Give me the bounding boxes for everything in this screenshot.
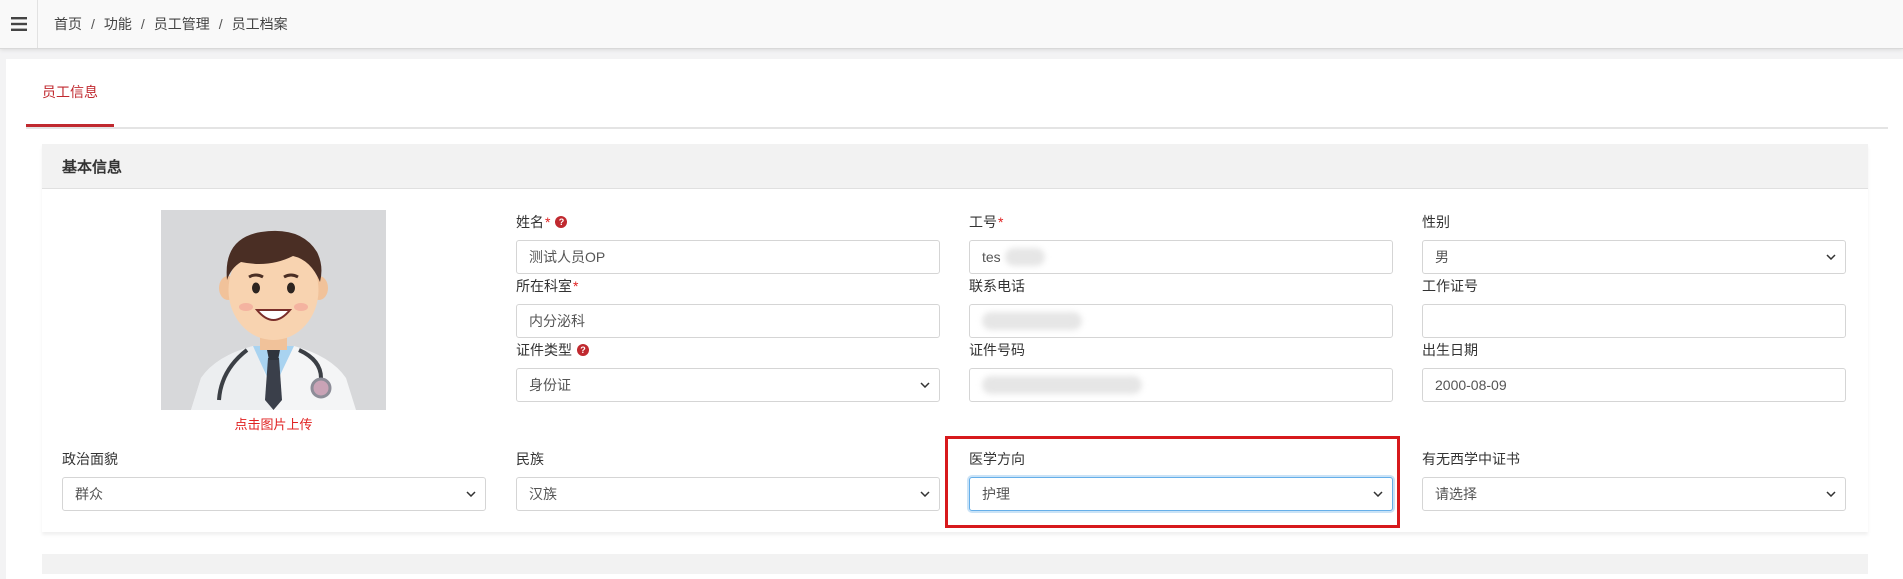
work-cert-no-input[interactable] — [1422, 304, 1846, 338]
medical-direction-select-value: 护理 — [982, 486, 1010, 502]
ethnicity-label-text: 民族 — [516, 451, 544, 467]
employee-no-label-text: 工号 — [969, 214, 997, 230]
employee-no-label: 工号 * — [969, 213, 1003, 231]
redacted-blur — [1004, 248, 1045, 266]
name-label: 姓名 * ? — [516, 213, 568, 231]
work-cert-no-label: 工作证号 — [1422, 277, 1478, 295]
ethnicity-label: 民族 — [516, 450, 544, 468]
birth-date-input-value: 2000-08-09 — [1435, 377, 1507, 393]
chevron-down-icon — [1826, 254, 1836, 260]
next-panel-header — [42, 554, 1868, 574]
medical-direction-select[interactable]: 护理 — [969, 477, 1393, 511]
breadcrumb: 首页 / 功能 / 员工管理 / 员工档案 — [54, 0, 288, 48]
chevron-down-icon — [1826, 491, 1836, 497]
gender-select[interactable]: 男 — [1422, 240, 1846, 274]
birth-date-label: 出生日期 — [1422, 341, 1478, 359]
tcm-western-cert-label: 有无西学中证书 — [1422, 450, 1520, 468]
chevron-down-icon — [466, 491, 476, 497]
tcm-western-cert-select-value: 请选择 — [1435, 486, 1477, 502]
employee-no-input[interactable]: tes — [969, 240, 1393, 274]
gender-select-value: 男 — [1435, 249, 1449, 265]
phone-label: 联系电话 — [969, 277, 1025, 295]
redacted-blur — [982, 376, 1142, 394]
department-label-text: 所在科室 — [516, 278, 572, 294]
department-label: 所在科室 * — [516, 277, 578, 295]
political-status-label: 政治面貌 — [62, 450, 118, 468]
political-status-select[interactable]: 群众 — [62, 477, 486, 511]
required-mark: * — [998, 214, 1004, 230]
ethnicity-select[interactable]: 汉族 — [516, 477, 940, 511]
work-cert-no-label-text: 工作证号 — [1422, 278, 1478, 294]
political-status-label-text: 政治面貌 — [62, 451, 118, 467]
name-input-value: 测试人员OP — [529, 249, 606, 265]
tab-bar: 员工信息 — [26, 59, 1888, 129]
breadcrumb-separator: / — [218, 16, 223, 32]
panel-title: 基本信息 — [42, 144, 1868, 189]
medical-direction-label-text: 医学方向 — [969, 451, 1025, 467]
avatar-photo[interactable] — [161, 210, 386, 410]
id-number-label: 证件号码 — [969, 341, 1025, 359]
redacted-blur — [982, 312, 1082, 330]
id-number-label-text: 证件号码 — [969, 342, 1025, 358]
phone-label-text: 联系电话 — [969, 278, 1025, 294]
medical-direction-label: 医学方向 — [969, 450, 1025, 468]
question-circle-icon[interactable]: ? — [577, 344, 589, 356]
gender-label: 性别 — [1422, 213, 1450, 231]
employee-no-input-value: tes — [982, 249, 1001, 265]
chevron-down-icon — [920, 382, 930, 388]
name-input[interactable]: 测试人员OP — [516, 240, 940, 274]
ethnicity-select-value: 汉族 — [529, 486, 557, 502]
tcm-western-cert-select[interactable]: 请选择 — [1422, 477, 1846, 511]
id-number-input[interactable] — [969, 368, 1393, 402]
breadcrumb-home[interactable]: 首页 — [54, 14, 82, 34]
upload-photo-hint[interactable]: 点击图片上传 — [161, 414, 386, 433]
breadcrumb-function[interactable]: 功能 — [104, 14, 132, 34]
breadcrumb-staff-archive: 员工档案 — [231, 16, 288, 32]
id-type-label-text: 证件类型 — [516, 342, 572, 358]
tab-staff-info[interactable]: 员工信息 — [26, 59, 114, 127]
required-mark: * — [573, 278, 579, 294]
department-input[interactable]: 内分泌科 — [516, 304, 940, 338]
gender-label-text: 性别 — [1422, 214, 1450, 230]
department-input-value: 内分泌科 — [529, 313, 585, 329]
top-bar: 首页 / 功能 / 员工管理 / 员工档案 — [0, 0, 1903, 49]
breadcrumb-staff-management[interactable]: 员工管理 — [154, 14, 210, 34]
id-type-select-value: 身份证 — [529, 377, 571, 393]
birth-date-label-text: 出生日期 — [1422, 342, 1478, 358]
question-circle-icon[interactable]: ? — [555, 216, 568, 228]
political-status-select-value: 群众 — [75, 486, 103, 502]
phone-input[interactable] — [969, 304, 1393, 338]
tcm-western-cert-label-text: 有无西学中证书 — [1422, 451, 1520, 467]
birth-date-input[interactable]: 2000-08-09 — [1422, 368, 1846, 402]
chevron-down-icon — [920, 491, 930, 497]
id-type-select[interactable]: 身份证 — [516, 368, 940, 402]
required-mark: * — [545, 214, 551, 230]
chevron-down-icon — [1373, 491, 1383, 497]
id-type-label: 证件类型 ? — [516, 341, 589, 359]
breadcrumb-separator: / — [140, 16, 145, 32]
breadcrumb-separator: / — [91, 16, 95, 32]
hamburger-menu-icon[interactable] — [0, 0, 38, 48]
name-label-text: 姓名 — [516, 214, 544, 230]
